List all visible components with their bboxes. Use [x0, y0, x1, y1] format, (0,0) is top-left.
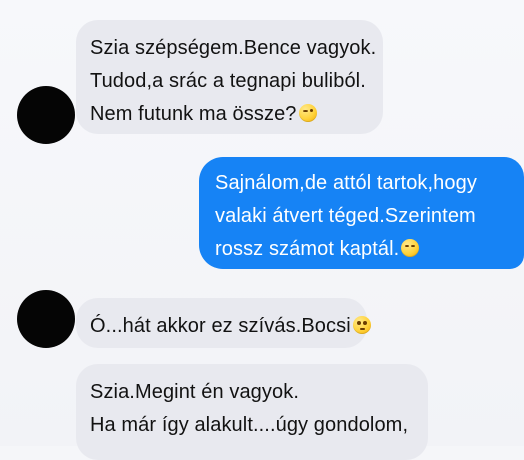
- message-text: Nem futunk ma össze?: [90, 103, 297, 125]
- incoming-message-bubble[interactable]: Szia szépségem.Bence vagyok. Tudod,a srá…: [76, 20, 383, 134]
- message-line: Szia szépségem.Bence vagyok.: [90, 37, 377, 59]
- message-line: Nem futunk ma össze?: [90, 98, 369, 131]
- chat-thread: Szia szépségem.Bence vagyok. Tudod,a srá…: [0, 0, 524, 460]
- smirk-emoji-icon: [401, 239, 420, 257]
- message-line: rossz számot kaptál.: [215, 233, 508, 266]
- outgoing-message-bubble[interactable]: Sajnálom,de attól tartok,hogy valaki átv…: [199, 157, 524, 269]
- message-line: Sajnálom,de attól tartok,hogy: [215, 172, 477, 194]
- contact-avatar[interactable]: [17, 86, 75, 144]
- message-line: Tudod,a srác a tegnapi buliból.: [90, 70, 366, 92]
- flushed-emoji-icon: [352, 316, 371, 334]
- message-text: Ó...hát akkor ez szívás.Bocsi: [90, 315, 351, 337]
- message-line: Ha már így alakult....úgy gondolom,: [90, 414, 409, 436]
- contact-avatar[interactable]: [17, 290, 75, 348]
- message-line: Szia.Megint én vagyok.: [90, 381, 299, 403]
- wink-emoji-icon: [298, 104, 317, 122]
- message-line: Ó...hát akkor ez szívás.Bocsi: [90, 310, 371, 343]
- incoming-message-bubble[interactable]: Ó...hát akkor ez szívás.Bocsi: [76, 298, 371, 348]
- message-text: rossz számot kaptál.: [215, 238, 400, 260]
- message-line: valaki átvert téged.Szerintem: [215, 205, 476, 227]
